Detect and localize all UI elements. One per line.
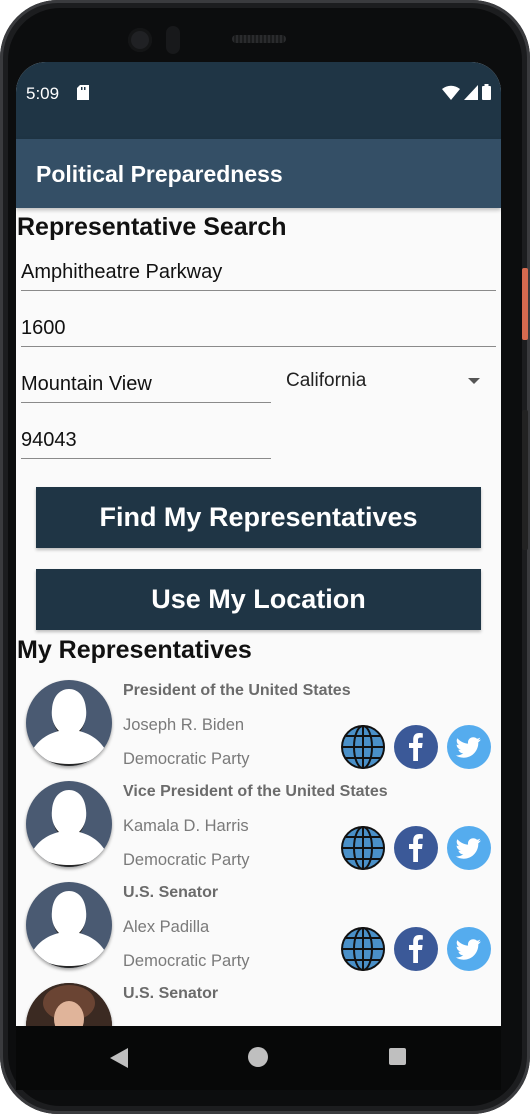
avatar (26, 680, 112, 766)
representative-item[interactable]: U.S. Senator Alex Padilla Democratic Par… (16, 882, 501, 983)
avatar (26, 983, 112, 1026)
power-button[interactable] (522, 268, 528, 340)
person-silhouette-icon (33, 891, 105, 968)
facebook-icon[interactable] (394, 725, 438, 769)
web-globe-icon[interactable] (341, 826, 385, 870)
find-my-representatives-button[interactable]: Find My Representatives (36, 487, 481, 548)
representative-search-heading: Representative Search (17, 213, 287, 241)
recents-icon[interactable] (389, 1048, 406, 1065)
representative-item[interactable]: President of the United States Joseph R.… (16, 680, 501, 781)
back-icon[interactable] (110, 1048, 128, 1068)
facebook-icon[interactable] (394, 826, 438, 870)
rep-office: U.S. Senator (123, 884, 219, 901)
person-silhouette-icon (33, 790, 105, 867)
my-representatives-heading: My Representatives (17, 636, 252, 664)
phone-frame: 5:09 Political Preparedness Representati… (0, 0, 530, 1114)
app-bar: Political Preparedness (16, 139, 501, 208)
earpiece-speaker (232, 35, 286, 43)
cell-signal-icon (464, 84, 478, 100)
app-title: Political Preparedness (36, 161, 283, 187)
twitter-icon[interactable] (447, 927, 491, 971)
status-time: 5:09 (26, 84, 60, 103)
rep-party: Democratic Party (123, 952, 250, 970)
rep-party: Democratic Party (123, 750, 250, 768)
home-icon[interactable] (248, 1047, 268, 1067)
rep-party: Democratic Party (123, 851, 250, 869)
volume-button[interactable] (522, 410, 528, 550)
zip-input[interactable]: 94043 (21, 429, 271, 459)
facebook-icon[interactable] (394, 927, 438, 971)
status-icons (442, 84, 491, 100)
use-my-location-button[interactable]: Use My Location (36, 569, 481, 630)
photo-avatar (26, 983, 112, 1026)
sd-card-icon (77, 85, 89, 100)
rep-office: Vice President of the United States (123, 783, 388, 800)
avatar (26, 882, 112, 968)
address-line1-input[interactable]: Amphitheatre Parkway (21, 261, 496, 291)
twitter-icon[interactable] (447, 826, 491, 870)
dropdown-arrow-icon (468, 378, 480, 384)
twitter-icon[interactable] (447, 725, 491, 769)
representative-item[interactable]: U.S. Senator (16, 983, 501, 1026)
rep-name: Alex Padilla (123, 918, 210, 936)
proximity-sensor (166, 26, 180, 54)
web-globe-icon[interactable] (341, 927, 385, 971)
address-line2-input[interactable]: 1600 (21, 317, 496, 347)
avatar (26, 781, 112, 867)
app-screen: 5:09 Political Preparedness Representati… (16, 62, 501, 1026)
state-dropdown[interactable]: California (286, 370, 486, 400)
rep-office: President of the United States (123, 682, 351, 699)
city-input[interactable]: Mountain View (21, 373, 271, 403)
representative-item[interactable]: Vice President of the United States Kama… (16, 781, 501, 882)
state-dropdown-value: California (286, 370, 367, 391)
status-bar: 5:09 (16, 62, 501, 139)
rep-office: U.S. Senator (123, 985, 219, 1002)
wifi-icon (442, 85, 460, 100)
navigation-bar (16, 1026, 501, 1090)
person-silhouette-icon (33, 689, 105, 766)
rep-name: Joseph R. Biden (123, 716, 245, 734)
front-camera (128, 28, 152, 52)
web-globe-icon[interactable] (341, 725, 385, 769)
rep-name: Kamala D. Harris (123, 817, 249, 835)
battery-icon (482, 84, 491, 100)
